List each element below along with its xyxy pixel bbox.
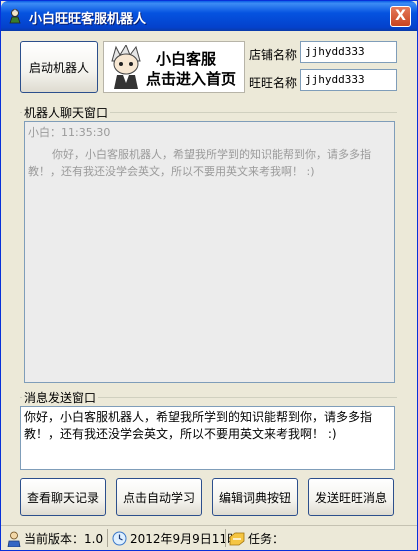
user-icon bbox=[7, 531, 21, 547]
send-group-label: 消息发送窗口 bbox=[22, 389, 99, 406]
task-icon bbox=[229, 532, 245, 545]
datetime-text: 2012年9月9日11时 bbox=[130, 532, 240, 546]
start-robot-button[interactable]: 启动机器人 bbox=[20, 41, 98, 93]
chat-sender-time: 小白：11:35:30 bbox=[28, 126, 111, 139]
banner-title: 小白客服 bbox=[156, 50, 217, 68]
shop-name-field[interactable]: jjhydd333 bbox=[300, 41, 397, 63]
version-text: 当前版本：1.0 bbox=[24, 532, 104, 546]
wangwang-name-label: 旺旺名称 bbox=[249, 76, 298, 90]
robot-app-icon bbox=[9, 8, 21, 24]
wangwang-name-field[interactable]: jjhydd333 bbox=[300, 69, 397, 91]
send-message-button[interactable]: 发送旺旺消息 bbox=[308, 478, 394, 516]
chat-group-label: 机器人聊天窗口 bbox=[22, 104, 111, 121]
auto-learn-button[interactable]: 点击自动学习 bbox=[116, 478, 202, 516]
home-banner[interactable]: 小白客服 点击进入首页 bbox=[103, 41, 245, 93]
banner-subtitle: 点击进入首页 bbox=[146, 70, 237, 88]
chat-log[interactable]: 小白：11:35:30 你好，小白客服机器人，希望我所学到的知识能帮到你，请多多… bbox=[24, 121, 395, 383]
window-title: 小白旺旺客服机器人 bbox=[29, 12, 147, 27]
task-text: 任务： bbox=[248, 532, 285, 546]
main-window: 小白旺旺客服机器人 X 启动机器人 小白客服 点击进入首页 店铺名称 jjhyd… bbox=[0, 0, 418, 551]
datetime-status: 2012年9月9日11时 bbox=[112, 530, 239, 547]
edit-dictionary-button[interactable]: 编辑词典按钮 bbox=[212, 478, 298, 516]
chat-message: 你好，小白客服机器人，希望我所学到的知识能帮到你，请多多指教！，还有我还没学会英… bbox=[28, 148, 371, 178]
status-bar: 当前版本：1.0 2012年9月9日11时 任务： bbox=[1, 525, 417, 550]
title-bar[interactable]: 小白旺旺客服机器人 X bbox=[1, 1, 417, 31]
clock-icon bbox=[112, 531, 127, 546]
version-status: 当前版本：1.0 bbox=[7, 530, 103, 547]
mascot-icon bbox=[111, 45, 141, 89]
status-separator bbox=[225, 529, 226, 547]
close-button[interactable]: X bbox=[390, 6, 411, 27]
view-history-button[interactable]: 查看聊天记录 bbox=[20, 478, 106, 516]
message-input[interactable]: 你好，小白客服机器人，希望我所学到的知识能帮到你，请多多指教！，还有我还没学会英… bbox=[20, 406, 395, 470]
shop-name-label: 店铺名称 bbox=[249, 48, 298, 62]
task-status: 任务： bbox=[229, 530, 284, 547]
status-separator bbox=[107, 529, 108, 547]
